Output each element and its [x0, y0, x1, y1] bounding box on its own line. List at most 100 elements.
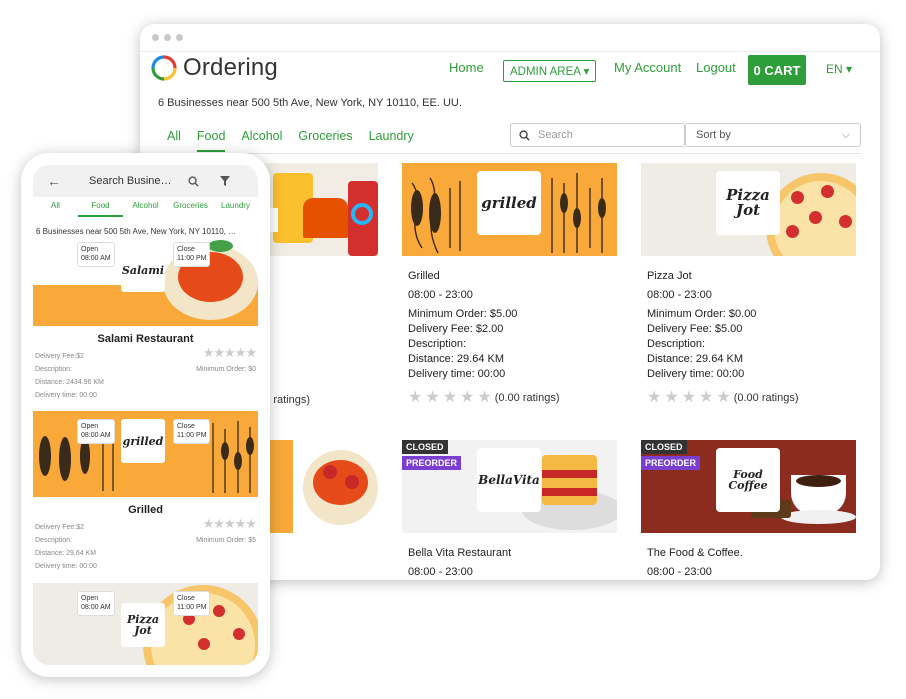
tab-all[interactable]: All — [167, 129, 181, 152]
star-icon: ★ — [681, 389, 697, 406]
card-banner: BellaVita CLOSED PREORDER — [402, 440, 617, 533]
star-icon: ★ — [699, 389, 714, 406]
cart-button[interactable]: 0 CART — [748, 55, 806, 85]
mobile-tab-groceries[interactable]: Groceries — [168, 201, 213, 217]
app-name: Ordering — [183, 54, 278, 81]
card-logo: BellaVita — [477, 448, 541, 512]
mobile-tab-alcohol[interactable]: Alcohol — [123, 201, 168, 217]
mobile-search-bar[interactable]: ← Search Busine… — [33, 165, 258, 197]
preorder-badge: PREORDER — [402, 456, 462, 470]
admin-area-dropdown[interactable]: ADMIN AREA ▾ — [503, 60, 597, 82]
card-banner: grilled — [402, 163, 617, 256]
mobile-address[interactable]: 6 Businesses near 500 5th Ave, New York,… — [36, 227, 236, 236]
business-name: The Food & Coffee. — [647, 547, 743, 559]
back-arrow-icon[interactable]: ← — [47, 173, 61, 189]
mobile-minimum-order: Minimum Order: $0 — [196, 366, 256, 373]
mobile-business-card[interactable]: Open 08:00 AM Close 11:00 PM Pizza Jot — [33, 583, 258, 665]
mobile-card-meta: ★★★★★ Delivery Fee:$2 Description: Minim… — [33, 516, 258, 576]
nav-home-link[interactable]: Home — [449, 60, 484, 75]
card-banner: Food Coffee CLOSED PREORDER — [641, 440, 856, 533]
mobile-distance: Distance: 29.64 KM — [35, 550, 97, 557]
mobile-card-meta: ★★★★★ Delivery Fee:$2 Description: Minim… — [33, 345, 258, 405]
ratings-count: (0.00 ratings) — [733, 392, 799, 404]
mobile-tab-food[interactable]: Food — [78, 201, 123, 217]
card-logo: Food Coffee — [716, 448, 780, 512]
mobile-delivery-time: Delivery time: 00:00 — [35, 392, 97, 399]
mobile-description: Description: — [35, 537, 72, 544]
mobile-delivery-fee: Delivery Fee:$2 — [35, 524, 85, 531]
star-icon: ★ — [477, 389, 492, 406]
star-rating-icons: ★★★★★ — [202, 516, 257, 531]
nav-my-account-link[interactable]: My Account — [614, 60, 681, 75]
open-time-box: Open 08:00 AM — [77, 242, 115, 267]
delivery-time: Delivery time: 00:00 — [647, 368, 745, 380]
business-hours: 08:00 - 23:00 — [647, 566, 712, 578]
tab-food[interactable]: Food — [196, 129, 226, 152]
star-icon: ★ — [408, 389, 423, 406]
description: Description: — [647, 338, 706, 350]
mobile-business-name: Salami Restaurant — [97, 333, 194, 345]
business-card[interactable]: BellaVita CLOSED PREORDER Bella Vita Res… — [402, 440, 617, 578]
closed-badge: CLOSED — [641, 440, 687, 454]
delivery-address[interactable]: 6 Businesses near 500 5th Ave, New York,… — [158, 97, 462, 109]
business-name: Bella Vita Restaurant — [408, 547, 512, 559]
star-icon: ★ — [425, 389, 440, 406]
mobile-tab-all[interactable]: All — [33, 201, 78, 217]
search-icon[interactable] — [187, 175, 199, 187]
mobile-screen: ← Search Busine… All Food Alcohol Grocer… — [33, 165, 258, 665]
business-card[interactable]: Food Coffee CLOSED PREORDER The Food & C… — [641, 440, 856, 578]
card-banner: Pizza Jot — [641, 163, 856, 256]
minimum-order: Minimum Order: $0.00 — [647, 308, 757, 320]
business-hours: 08:00 - 23:00 — [408, 566, 473, 578]
business-name: Pizza Jot — [647, 270, 692, 282]
mobile-card-logo: Pizza Jot — [121, 603, 165, 647]
mobile-tab-laundry[interactable]: Laundry — [213, 201, 258, 217]
star-icon: ★ — [460, 389, 475, 406]
card-logo: grilled — [477, 171, 541, 235]
delivery-fee: Delivery Fee: $5.00 — [647, 323, 743, 335]
sort-select[interactable]: Sort by ⌵ — [685, 123, 861, 147]
logo-ring-icon — [151, 55, 177, 81]
distance: Distance: 29.64 KM — [408, 353, 504, 365]
window-controls — [152, 34, 183, 41]
mobile-device: ← Search Busine… All Food Alcohol Grocer… — [21, 153, 270, 677]
search-icon — [519, 129, 530, 141]
mobile-business-card[interactable]: Open 08:00 AM Close 11:00 PM grilled Grill… — [33, 411, 258, 576]
tab-alcohol[interactable]: Alcohol — [241, 129, 282, 152]
nav-logout-link[interactable]: Logout — [696, 60, 736, 75]
mobile-delivery-fee: Delivery Fee:$2 — [35, 353, 85, 360]
tab-groceries[interactable]: Groceries — [298, 129, 352, 152]
tab-laundry[interactable]: Laundry — [369, 129, 414, 152]
delivery-time: Delivery time: 00:00 — [408, 368, 506, 380]
mobile-delivery-time: Delivery time: 00:00 — [35, 563, 97, 570]
closed-badge: CLOSED — [402, 440, 448, 454]
app-logo[interactable]: Ordering — [151, 54, 278, 82]
search-placeholder: Search — [538, 129, 573, 141]
mobile-card-logo: Salami — [121, 248, 165, 292]
language-selector[interactable]: EN ▾ — [826, 62, 852, 76]
mobile-card-banner: Open 08:00 AM Close 11:00 PM Pizza Jot — [33, 583, 258, 665]
business-hours: 08:00 - 23:00 — [647, 289, 712, 301]
preorder-badge: PREORDER — [641, 456, 701, 470]
mobile-card-logo: grilled — [121, 419, 165, 463]
star-icon: ★ — [647, 389, 662, 406]
mobile-business-card[interactable]: Open 08:00 AM Close 11:00 PM Salami Salami… — [33, 240, 258, 405]
star-icon: ★ — [664, 389, 679, 406]
delivery-fee: Delivery Fee: $2.00 — [408, 323, 504, 335]
rating-row: ★ ★ ★ ★ ★ (0.00 ratings) — [641, 390, 856, 406]
mobile-card-banner: Open 08:00 AM Close 11:00 PM Salami — [33, 240, 258, 326]
search-input[interactable]: Search — [510, 123, 685, 147]
business-hours: 08:00 - 23:00 — [408, 289, 473, 301]
open-time-box: Open 08:00 AM — [77, 591, 115, 616]
star-icon: ★ — [442, 389, 458, 406]
close-time-box: Close 11:00 PM — [173, 591, 211, 616]
close-time-box: Close 11:00 PM — [173, 419, 211, 444]
filter-icon[interactable] — [219, 175, 231, 187]
rating-row: ★ ★ ★ ★ ★ (0.00 ratings) — [402, 390, 617, 406]
mobile-distance: Distance: 2434.96 KM — [35, 379, 104, 386]
category-tabs: All Food Alcohol Groceries Laundry — [167, 129, 430, 152]
mobile-card-banner: Open 08:00 AM Close 11:00 PM grilled — [33, 411, 258, 497]
business-card[interactable]: grilled Grilled 08:00 - 23:00 Minimum Or… — [402, 163, 617, 406]
business-card[interactable]: Pizza Jot Pizza Jot 08:00 - 23:00 Minimu… — [641, 163, 856, 406]
mobile-search-title: Search Busine… — [89, 175, 172, 187]
